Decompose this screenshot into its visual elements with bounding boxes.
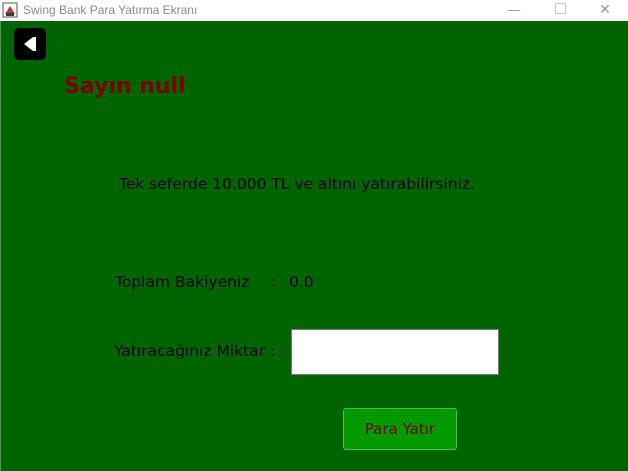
maximize-icon bbox=[554, 3, 566, 15]
title-bar: Swing Bank Para Yatırma Ekranı — ✕ bbox=[0, 0, 628, 21]
balance-value: 0.0 bbox=[289, 273, 314, 291]
deposit-button[interactable]: Para Yatır bbox=[343, 408, 457, 450]
balance-label: Toplam Bakiyeniz bbox=[115, 273, 250, 291]
maximize-button[interactable] bbox=[537, 0, 583, 21]
back-arrow-icon bbox=[24, 37, 33, 51]
minimize-button[interactable]: — bbox=[491, 0, 537, 21]
amount-input[interactable] bbox=[291, 329, 499, 375]
balance-colon: : bbox=[271, 273, 277, 291]
window-title: Swing Bank Para Yatırma Ekranı bbox=[23, 3, 198, 17]
back-arrow-bar bbox=[33, 37, 36, 51]
close-icon: ✕ bbox=[599, 1, 611, 17]
greeting-title: Sayın null bbox=[64, 74, 186, 99]
back-button[interactable] bbox=[14, 28, 46, 60]
amount-label: Yatıracağınız Miktar : bbox=[114, 342, 276, 360]
deposit-limit-info: Tek seferde 10.000 TL ve altını yatırabi… bbox=[119, 175, 475, 193]
close-button[interactable]: ✕ bbox=[582, 0, 628, 21]
minimize-icon: — bbox=[507, 2, 521, 17]
java-app-icon bbox=[2, 2, 18, 18]
